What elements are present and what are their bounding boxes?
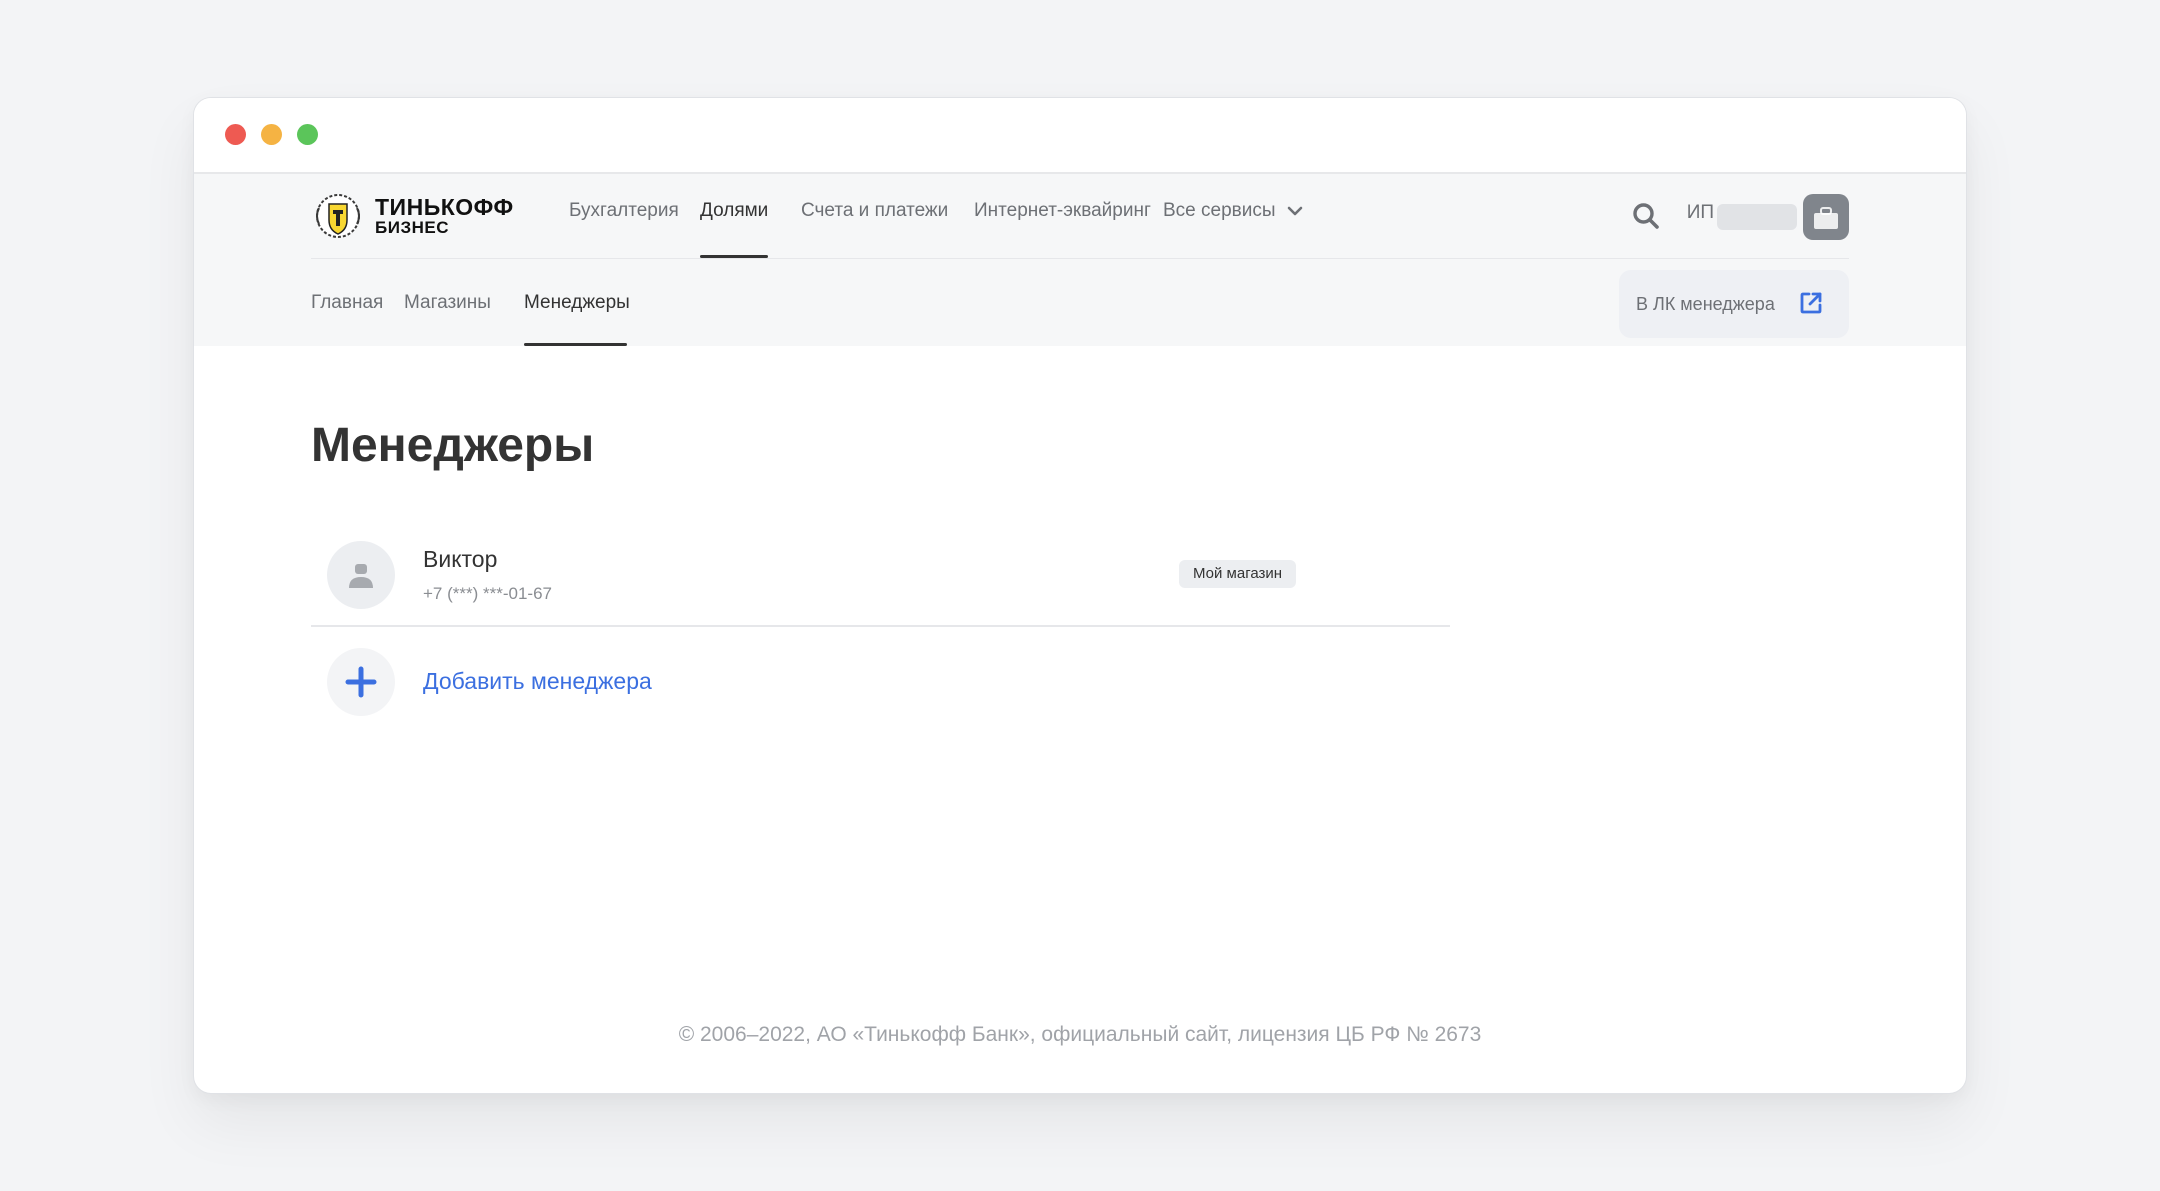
add-manager-button[interactable]: Добавить менеджера — [311, 648, 911, 718]
footer-copyright: © 2006–2022, АО «Тинькофф Банк», официал… — [678, 1023, 1482, 1046]
manager-phone: +7 (***) ***-01-67 — [423, 584, 552, 603]
store-badge: Мой магазин — [1179, 560, 1297, 588]
add-manager-label: Добавить менеджера — [423, 668, 652, 694]
minimize-window-button[interactable] — [261, 124, 282, 145]
all-services-label: Все сервисы — [1163, 200, 1276, 221]
browser-window: ТИНЬКОФФ БИЗНЕС Бухгалтерия Долями Счета… — [193, 97, 1967, 1094]
maximize-window-button[interactable] — [297, 124, 318, 145]
nav-item-internet-acquiring[interactable]: Интернет-эквайринг — [974, 200, 1151, 222]
page-title: Менеджеры — [311, 419, 595, 472]
account-prefix: ИП — [1686, 202, 1714, 223]
window-titlebar — [194, 98, 1966, 174]
manager-cabinet-label: В ЛК менеджера — [1636, 294, 1775, 314]
avatar — [327, 541, 395, 609]
subnav-item-home[interactable]: Главная — [311, 292, 383, 314]
subnav-item-stores[interactable]: Магазины — [404, 292, 491, 314]
sub-navigation: Главная Магазины Менеджеры В ЛК менеджер… — [311, 258, 1849, 346]
external-link-icon — [1800, 292, 1822, 314]
account-name-redacted — [1717, 204, 1797, 230]
site-header: ТИНЬКОФФ БИЗНЕС Бухгалтерия Долями Счета… — [194, 174, 1966, 346]
add-circle — [327, 648, 395, 716]
coat-of-arms-icon — [316, 194, 360, 238]
manager-name: Виктор — [423, 546, 498, 572]
profile-button[interactable] — [1803, 194, 1849, 240]
nav-item-accounting[interactable]: Бухгалтерия — [569, 200, 679, 222]
top-navigation: ТИНЬКОФФ БИЗНЕС Бухгалтерия Долями Счета… — [311, 174, 1849, 259]
user-icon — [349, 564, 373, 588]
tinkoff-business-logo[interactable]: ТИНЬКОФФ БИЗНЕС — [311, 190, 531, 242]
manager-row[interactable]: Виктор +7 (***) ***-01-67 Мой магазин — [311, 528, 1450, 627]
subnav-active-indicator — [524, 343, 627, 346]
chevron-down-icon — [1287, 206, 1303, 216]
close-window-button[interactable] — [225, 124, 246, 145]
plus-icon — [345, 666, 377, 698]
briefcase-icon — [1814, 207, 1838, 229]
nav-item-dolyami[interactable]: Долями — [700, 200, 768, 222]
search-icon[interactable] — [1631, 201, 1661, 231]
nav-item-all-services[interactable]: Все сервисы — [1163, 200, 1303, 222]
manager-cabinet-button[interactable]: В ЛК менеджера — [1619, 270, 1849, 338]
nav-item-accounts-payments[interactable]: Счета и платежи — [801, 200, 948, 222]
brand-name-line1: ТИНЬКОФФ — [375, 194, 514, 220]
brand-name-line2: БИЗНЕС — [375, 218, 449, 237]
subnav-item-managers[interactable]: Менеджеры — [524, 292, 630, 314]
